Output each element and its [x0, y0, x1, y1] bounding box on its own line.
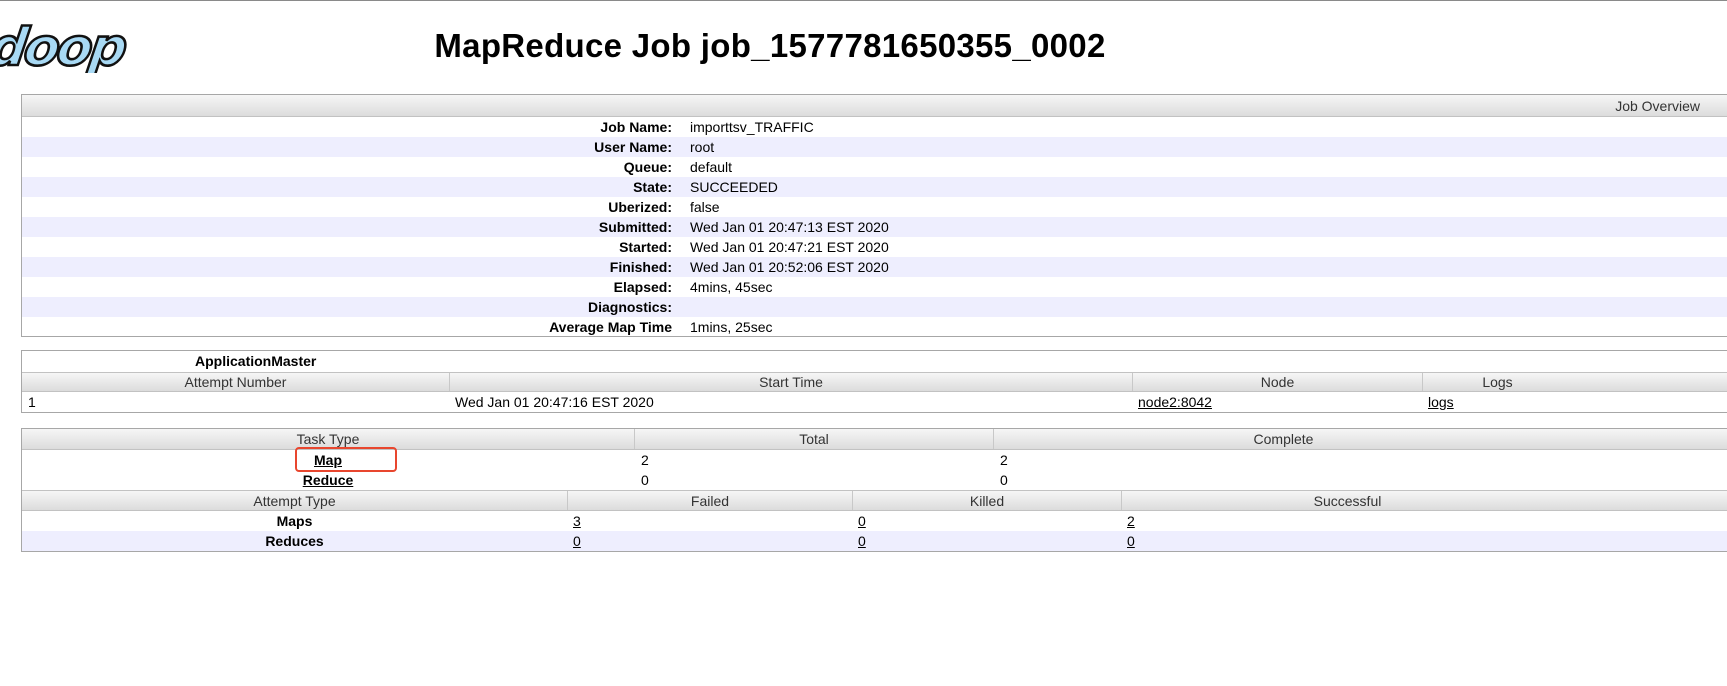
overview-row-user-name: User Name: root [22, 137, 1727, 157]
overview-row-state: State: SUCCEEDED [22, 177, 1727, 197]
overview-label: Started: [619, 239, 672, 255]
overview-row-uberized: Uberized: false [22, 197, 1727, 217]
overview-value: default [690, 159, 733, 175]
application-master-caption: ApplicationMaster [195, 353, 317, 369]
overview-row-elapsed: Elapsed: 4mins, 45sec [22, 277, 1727, 297]
overview-value: Wed Jan 01 20:47:21 EST 2020 [690, 239, 889, 255]
attempt-start-time: Wed Jan 01 20:47:16 EST 2020 [455, 394, 654, 410]
successful-reduces-link[interactable]: 0 [1127, 531, 1135, 551]
task-row-reduce: Reduce 0 0 [22, 470, 1727, 490]
overview-value: 1mins, 25sec [690, 319, 773, 335]
col-header-complete[interactable]: Complete [993, 429, 1573, 449]
killed-reduces-link[interactable]: 0 [858, 531, 866, 551]
overview-label: Uberized: [608, 199, 672, 215]
task-type-reduce-link[interactable]: Reduce [22, 470, 634, 490]
overview-label: State: [633, 179, 672, 195]
col-header-start-time[interactable]: Start Time [449, 373, 1132, 391]
overview-row-diagnostics: Diagnostics: [22, 297, 1727, 317]
task-type-header-row: Task Type Total Complete [22, 429, 1727, 450]
overview-label: Queue: [623, 159, 672, 175]
job-overview-table: Job Overview Job Name: importtsv_TRAFFIC… [21, 94, 1727, 337]
task-complete: 2 [1000, 452, 1008, 468]
attempt-type: Maps [276, 513, 313, 529]
col-header-attempt-number[interactable]: Attempt Number [22, 373, 449, 391]
overview-value: Wed Jan 01 20:47:13 EST 2020 [690, 219, 889, 235]
task-total: 0 [641, 472, 649, 488]
overview-label: User Name: [594, 139, 672, 155]
overview-label: Diagnostics: [587, 299, 672, 315]
overview-row-finished: Finished: Wed Jan 01 20:52:06 EST 2020 [22, 257, 1727, 277]
task-type-map-link[interactable]: Map [22, 450, 634, 470]
overview-row-submitted: Submitted: Wed Jan 01 20:47:13 EST 2020 [22, 217, 1727, 237]
page-title: MapReduce Job job_1577781650355_0002 [434, 27, 1106, 64]
attempt-type-header-row: Attempt Type Failed Killed Successful [22, 490, 1727, 511]
overview-value: Wed Jan 01 20:52:06 EST 2020 [690, 259, 889, 275]
successful-maps-link[interactable]: 2 [1127, 511, 1135, 531]
col-header-killed[interactable]: Killed [852, 491, 1121, 510]
task-total: 2 [641, 452, 649, 468]
overview-value: root [690, 139, 715, 155]
overview-row-job-name: Job Name: importtsv_TRAFFIC [22, 117, 1727, 137]
col-header-logs[interactable]: Logs [1422, 373, 1572, 391]
application-master-row: 1 Wed Jan 01 20:47:16 EST 2020 node2:804… [22, 392, 1727, 412]
overview-row-average-map-time: Average Map Time 1mins, 25sec [22, 317, 1727, 337]
task-complete: 0 [1000, 472, 1008, 488]
job-overview-header: Job Overview [22, 95, 1727, 117]
application-master-table: ApplicationMaster Attempt Number Start T… [21, 350, 1727, 413]
attempt-number: 1 [28, 394, 36, 410]
overview-label: Finished: [609, 259, 672, 275]
overview-value: SUCCEEDED [690, 179, 778, 195]
job-overview-title: Job Overview [1615, 98, 1700, 114]
overview-value: 4mins, 45sec [690, 279, 773, 295]
task-row-map: Map 2 2 [22, 450, 1727, 470]
overview-label: Job Name: [600, 119, 672, 135]
overview-row-started: Started: Wed Jan 01 20:47:21 EST 2020 [22, 237, 1727, 257]
col-header-attempt-type[interactable]: Attempt Type [22, 491, 567, 510]
overview-label: Submitted: [598, 219, 672, 235]
node-link[interactable]: node2:8042 [1138, 392, 1212, 412]
tasks-table: Task Type Total Complete Map 2 2 Reduce … [21, 428, 1727, 552]
col-header-total[interactable]: Total [634, 429, 993, 449]
col-header-task-type[interactable]: Task Type [22, 429, 634, 449]
overview-value: false [690, 199, 720, 215]
attempt-row-reduces: Reduces 0 0 0 [22, 531, 1727, 551]
failed-maps-link[interactable]: 3 [573, 511, 581, 531]
overview-label: Average Map Time [549, 319, 672, 335]
attempt-type: Reduces [265, 533, 324, 549]
col-header-failed[interactable]: Failed [567, 491, 852, 510]
col-header-successful[interactable]: Successful [1121, 491, 1573, 510]
overview-value: importtsv_TRAFFIC [690, 119, 814, 135]
col-header-node[interactable]: Node [1132, 373, 1422, 391]
attempt-row-maps: Maps 3 0 2 [22, 511, 1727, 531]
overview-row-queue: Queue: default [22, 157, 1727, 177]
killed-maps-link[interactable]: 0 [858, 511, 866, 531]
application-master-header-row: Attempt Number Start Time Node Logs [22, 372, 1727, 392]
failed-reduces-link[interactable]: 0 [573, 531, 581, 551]
overview-label: Elapsed: [613, 279, 672, 295]
logs-link[interactable]: logs [1428, 392, 1454, 412]
page: doop MapReduce Job job_1577781650355_000… [0, 0, 1727, 686]
